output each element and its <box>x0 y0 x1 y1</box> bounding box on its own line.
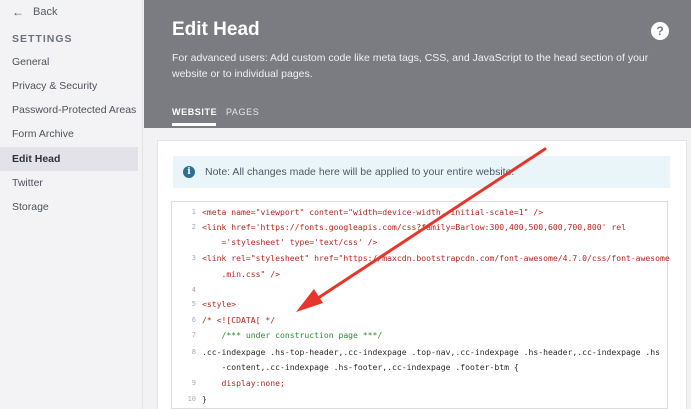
line-number: 9 <box>191 379 196 387</box>
line-number: 3 <box>191 254 196 262</box>
sidebar-item-general[interactable]: General <box>0 50 138 74</box>
sidebar-item-label: Edit Head <box>12 153 61 165</box>
line-number: 6 <box>191 316 196 324</box>
line-number: 5 <box>191 300 196 308</box>
line-number: 1 <box>191 208 196 216</box>
code-text: /* <![CDATA[ */ <box>202 315 276 325</box>
code-text: ='stylesheet' type='text/css' /> <box>202 237 378 247</box>
line-number: 8 <box>191 348 196 356</box>
tab-pages[interactable]: PAGES <box>226 107 259 117</box>
page-header: Edit Head For advanced users: Add custom… <box>144 0 691 128</box>
line-number: 7 <box>191 331 196 339</box>
sidebar-item-label: Form Archive <box>12 128 74 140</box>
line-number: 2 <box>191 223 196 231</box>
back-arrow-icon: ← <box>12 5 24 19</box>
code-text: -content,.cc-indexpage .hs-footer,.cc-in… <box>202 362 519 372</box>
line-number: 10 <box>187 395 196 403</box>
sidebar-item-privacy-security[interactable]: Privacy & Security <box>0 74 138 98</box>
sidebar-item-label: Password-Protected Areas <box>12 104 137 116</box>
sidebar-item-label: Privacy & Security <box>12 80 98 92</box>
page-title: Edit Head <box>172 19 260 40</box>
sidebar-item-form-archive[interactable]: Form Archive <box>0 122 138 146</box>
sidebar-item-edit-head[interactable]: Edit Head <box>0 147 138 171</box>
info-note-text: Note: All changes made here will be appl… <box>205 166 515 178</box>
tab-website[interactable]: WEBSITE <box>172 107 217 117</box>
page-description: For advanced users: Add custom code like… <box>172 52 649 80</box>
settings-sidebar: ← Back SETTINGS General Privacy & Securi… <box>0 0 143 409</box>
code-text: <meta name="viewport" content="width=dev… <box>202 207 544 217</box>
code-text: <link rel="stylesheet" href="https://max… <box>202 253 670 263</box>
sidebar-item-label: General <box>12 56 50 68</box>
code-text: <style> <box>202 299 237 309</box>
code-text: .cc-indexpage .hs-top-header,.cc-indexpa… <box>202 347 661 357</box>
sidebar-item-twitter[interactable]: Twitter <box>0 171 138 195</box>
code-text: <link href='https://fonts.googleapis.com… <box>202 222 626 232</box>
line-number: 4 <box>191 286 196 294</box>
code-editor[interactable]: 1 <meta name="viewport" content="width=de… <box>171 201 670 409</box>
back-label: Back <box>33 6 58 18</box>
settings-section-title: SETTINGS <box>12 33 73 45</box>
sidebar-item-label: Twitter <box>12 177 43 189</box>
sidebar-item-storage[interactable]: Storage <box>0 195 138 219</box>
sidebar-item-label: Storage <box>12 201 49 213</box>
back-link[interactable]: ← Back <box>12 5 57 19</box>
sidebar-item-password-protected-areas[interactable]: Password-Protected Areas <box>0 98 138 122</box>
code-text: } <box>202 394 207 404</box>
code-text: display:none; <box>202 378 285 388</box>
help-icon[interactable]: ? <box>651 22 669 40</box>
code-text: /*** under construction page ***/ <box>202 330 383 340</box>
info-icon: i <box>183 166 195 178</box>
code-text: .min.css" /> <box>202 269 280 279</box>
active-tab-indicator <box>172 123 216 126</box>
info-note: i Note: All changes made here will be ap… <box>173 156 670 188</box>
